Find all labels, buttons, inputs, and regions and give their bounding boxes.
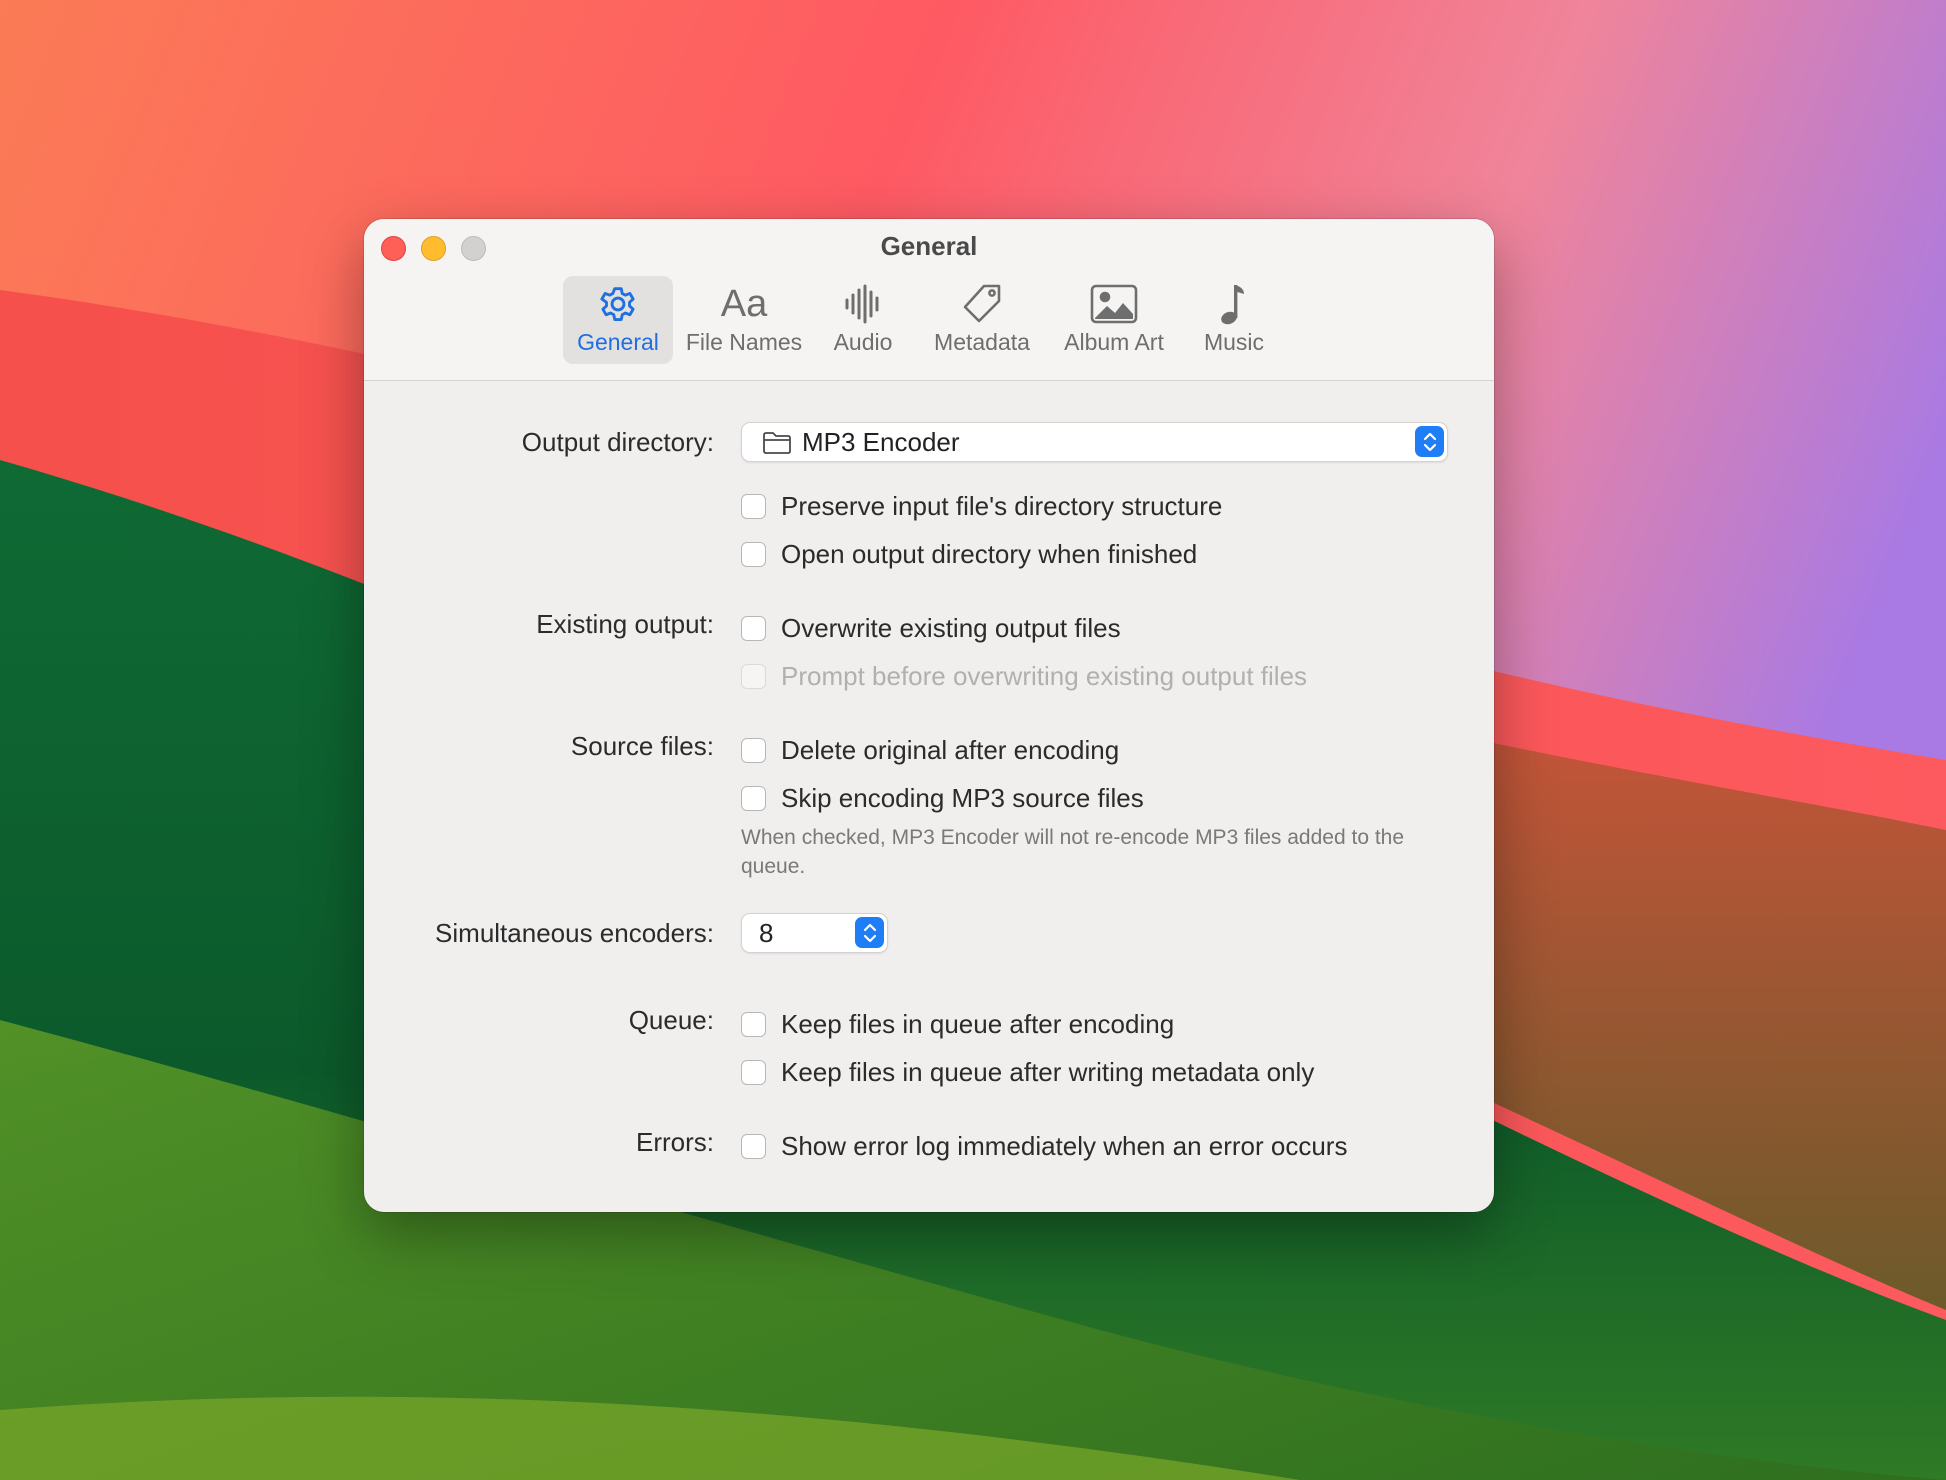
tag-icon [920, 282, 1044, 326]
output-directory-popup[interactable]: MP3 Encoder [741, 422, 1448, 462]
encoders-value: 8 [759, 918, 774, 948]
checkbox-box[interactable] [741, 615, 766, 641]
checkbox-label: Skip encoding MP3 source files [781, 782, 1144, 813]
checkbox-label: Prompt before overwriting existing outpu… [781, 660, 1308, 691]
simultaneous-encoders-label: Simultaneous encoders: [435, 918, 714, 948]
music-note-icon [1186, 282, 1282, 326]
checkbox-label: Delete original after encoding [781, 734, 1120, 765]
source-files-label: Source files: [570, 731, 714, 761]
text-aa-icon: Aa [720, 282, 768, 325]
tab-label: Album Art [1064, 329, 1164, 355]
checkbox-box[interactable] [741, 1133, 766, 1159]
checkbox-box[interactable] [741, 785, 766, 811]
skip-mp3-help-text: When checked, MP3 Encoder will not re-en… [741, 826, 1405, 878]
keep-after-metadata-checkbox[interactable]: Keep files in queue after writing metada… [741, 1056, 1314, 1088]
photo-icon [1050, 282, 1178, 326]
toolbar: General General Aa File Names Audio Meta… [364, 219, 1494, 381]
tab-metadata[interactable]: Metadata [920, 276, 1044, 364]
simultaneous-encoders-popup[interactable]: 8 [741, 913, 888, 953]
checkbox-label: Open output directory when finished [781, 538, 1198, 569]
prompt-overwrite-checkbox: Prompt before overwriting existing outpu… [741, 660, 1307, 692]
tab-label: File Names [685, 329, 803, 355]
checkbox-label: Show error log immediately when an error… [781, 1130, 1348, 1161]
tab-file-names[interactable]: Aa File Names [680, 276, 808, 364]
gear-icon [563, 282, 673, 326]
output-directory-label: Output directory: [521, 427, 714, 457]
folder-icon [762, 431, 792, 460]
tab-album-art[interactable]: Album Art [1050, 276, 1178, 364]
existing-output-label: Existing output: [536, 609, 714, 639]
tab-label: Metadata [934, 329, 1030, 355]
checkbox-label: Keep files in queue after writing metada… [781, 1056, 1315, 1087]
tab-general[interactable]: General [563, 276, 673, 364]
window-title: General [880, 231, 978, 261]
checkbox-box[interactable] [741, 493, 766, 519]
checkbox-box [741, 663, 766, 689]
checkbox-box[interactable] [741, 541, 766, 567]
show-error-log-checkbox[interactable]: Show error log immediately when an error… [741, 1130, 1347, 1162]
skip-mp3-checkbox[interactable]: Skip encoding MP3 source files [741, 782, 1144, 814]
checkbox-label: Preserve input file's directory structur… [781, 490, 1223, 521]
checkbox-label: Overwrite existing output files [781, 612, 1121, 643]
keep-after-encoding-checkbox[interactable]: Keep files in queue after encoding [741, 1008, 1174, 1040]
tab-audio[interactable]: Audio [815, 276, 911, 364]
tab-label: Audio [833, 329, 893, 355]
checkbox-label: Keep files in queue after encoding [781, 1008, 1175, 1039]
chevron-updown-icon [1415, 426, 1444, 457]
waveform-icon [815, 282, 911, 326]
delete-original-checkbox[interactable]: Delete original after encoding [741, 734, 1119, 766]
tab-label: General [577, 329, 659, 355]
errors-label: Errors: [636, 1127, 714, 1157]
overwrite-checkbox[interactable]: Overwrite existing output files [741, 612, 1121, 644]
preferences-window: General General Aa File Names Audio Meta… [364, 219, 1494, 1212]
output-directory-value: MP3 Encoder [802, 427, 960, 457]
tab-music[interactable]: Music [1186, 276, 1282, 364]
checkbox-box[interactable] [741, 737, 766, 763]
chevron-updown-icon [855, 917, 884, 948]
checkbox-box[interactable] [741, 1011, 766, 1037]
checkbox-box[interactable] [741, 1059, 766, 1085]
open-when-finished-checkbox[interactable]: Open output directory when finished [741, 538, 1197, 570]
preserve-structure-checkbox[interactable]: Preserve input file's directory structur… [741, 490, 1222, 522]
tab-label: Music [1203, 329, 1265, 355]
queue-label: Queue: [628, 1005, 714, 1035]
